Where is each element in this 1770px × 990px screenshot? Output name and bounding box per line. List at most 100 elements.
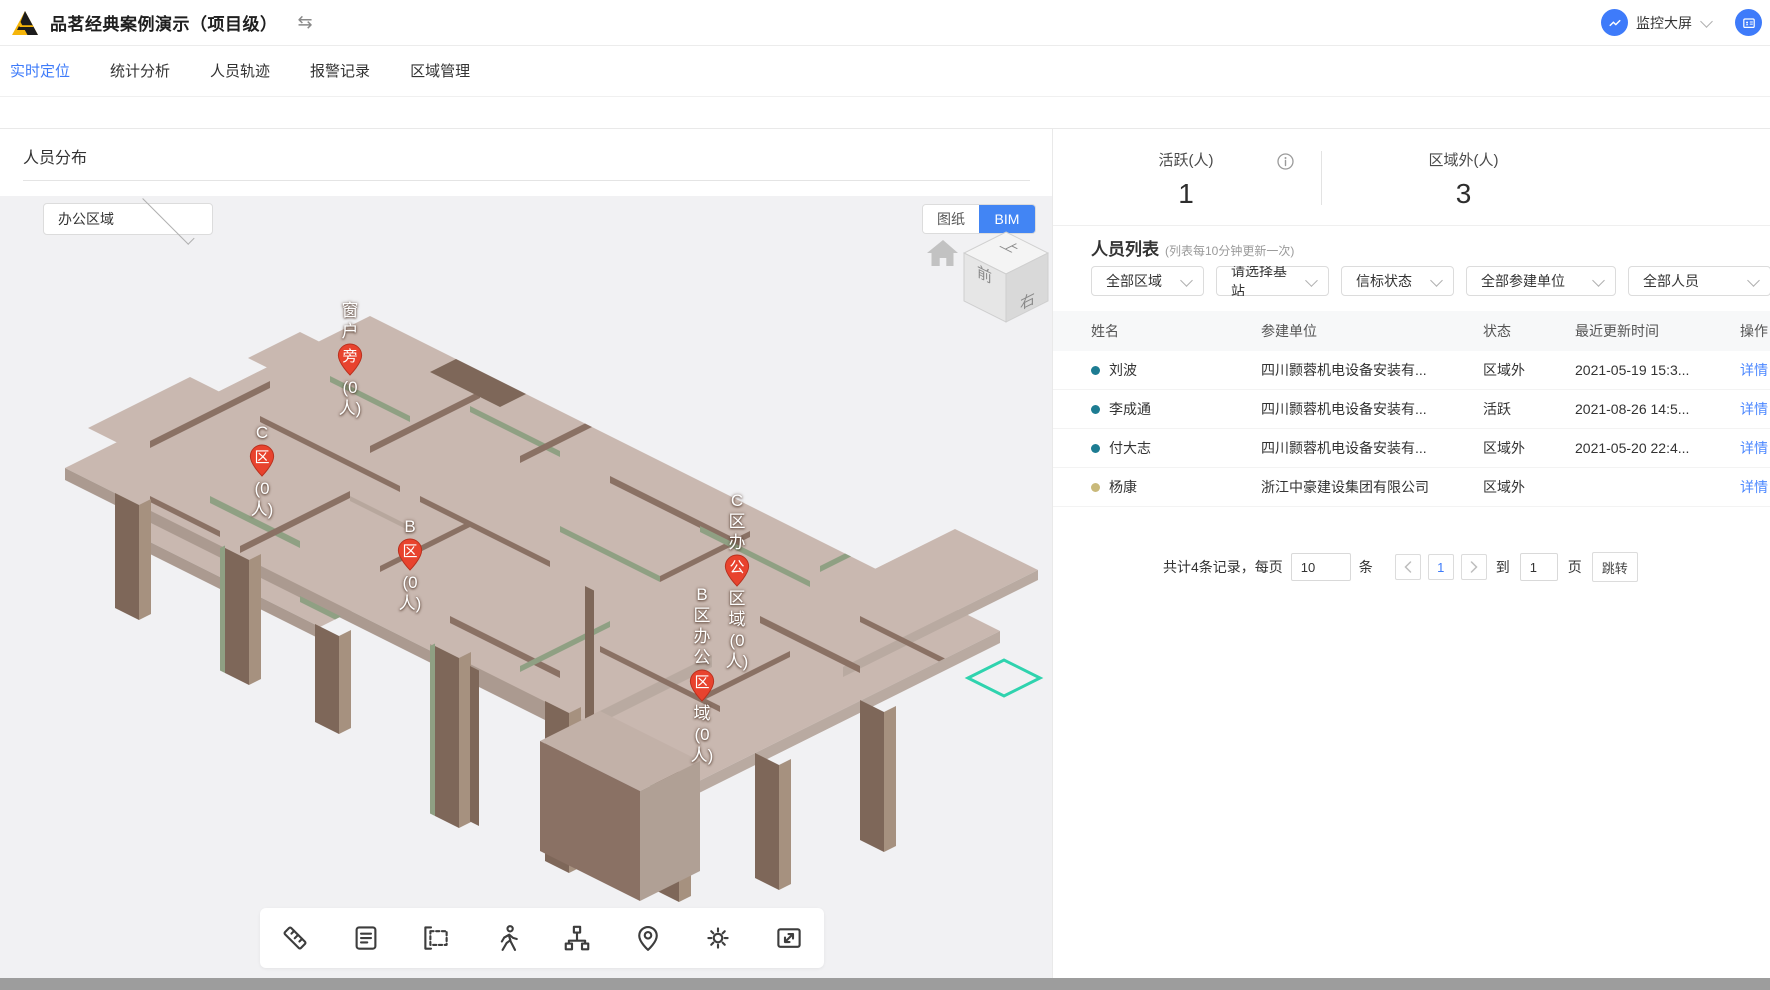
status-dot xyxy=(1091,444,1100,453)
info-icon[interactable] xyxy=(1277,153,1294,170)
map-marker-3[interactable]: C区办公区域(0人) xyxy=(724,490,750,672)
person-track-icon[interactable] xyxy=(489,920,525,956)
cell-status: 活跃 xyxy=(1483,399,1575,419)
chevron-down-icon xyxy=(1592,274,1605,287)
tab-2[interactable]: 人员轨迹 xyxy=(208,56,272,85)
area-select-value: 办公区域 xyxy=(58,209,122,229)
tab-bar: 实时定位 统计分析 人员轨迹 报警记录 区域管理 xyxy=(0,45,1770,97)
map-marker-1[interactable]: C区(0人) xyxy=(249,422,275,520)
current-page-button[interactable]: 1 xyxy=(1428,554,1454,580)
area-select[interactable]: 办公区域 xyxy=(43,203,213,235)
monitor-screen-label[interactable]: 监控大屏 xyxy=(1636,13,1692,33)
filter-dropdown-2[interactable]: 信标状态 xyxy=(1341,266,1454,296)
filter-dropdown-1[interactable]: 请选择基站 xyxy=(1216,266,1329,296)
cell-status: 区域外 xyxy=(1483,360,1575,380)
cell-name: 杨康 xyxy=(1053,477,1261,497)
pin-icon[interactable]: 公 xyxy=(724,554,750,587)
app-title: 品茗经典案例演示（项目级） xyxy=(50,10,278,35)
chevron-down-icon xyxy=(1747,274,1760,287)
bim-viewport[interactable]: 窗户旁(0人)C区(0人)B区(0人)C区办公区域(0人)B区办公区域(0人) … xyxy=(0,196,1052,978)
list-title-row: 人员列表 (列表每10分钟更新一次) xyxy=(1091,235,1294,260)
cell-time: 2021-05-19 15:3... xyxy=(1575,362,1726,378)
table-header: 姓名 参建单位 状态 最近更新时间 操作 xyxy=(1053,311,1770,351)
switch-project-icon[interactable]: ⇆ xyxy=(298,12,313,33)
filter-bar: 全部区域请选择基站信标状态全部参建单位全部人员 xyxy=(1091,266,1770,296)
personnel-panel: 活跃(人) 1 区域外(人) 3 人员列表 (列表每10分钟更新一次) 全部区域… xyxy=(1053,129,1770,978)
cell-name: 付大志 xyxy=(1053,438,1261,458)
stats-underline xyxy=(1053,225,1770,226)
detail-link[interactable]: 详情 xyxy=(1740,362,1768,378)
stat-outside: 区域外(人) 3 xyxy=(1361,149,1566,210)
pinming-logo-icon xyxy=(10,8,40,38)
col-name: 姓名 xyxy=(1053,321,1261,341)
chevron-down-icon xyxy=(1180,274,1193,287)
map-marker-2[interactable]: B区(0人) xyxy=(397,516,423,614)
home-view-icon[interactable] xyxy=(926,238,960,268)
chevron-down-icon xyxy=(1430,274,1443,287)
prev-page-button[interactable] xyxy=(1395,554,1421,580)
cell-company: 四川颢蓉机电设备安装有... xyxy=(1261,438,1483,458)
tab-4[interactable]: 区域管理 xyxy=(408,56,472,85)
tab-0[interactable]: 实时定位 xyxy=(8,56,72,85)
detail-link[interactable]: 详情 xyxy=(1740,401,1768,417)
detail-link[interactable]: 详情 xyxy=(1740,440,1768,456)
pin-icon[interactable]: 区 xyxy=(689,669,715,702)
bottom-strip xyxy=(0,978,1770,990)
header-right: 监控大屏 通 xyxy=(1601,0,1770,45)
monitor-screen-icon[interactable] xyxy=(1601,9,1628,36)
goto-label: 到 xyxy=(1496,557,1510,577)
col-action: 操作 xyxy=(1726,321,1770,341)
cell-company: 四川颢蓉机电设备安装有... xyxy=(1261,360,1483,380)
table-row-3: 杨康浙江中豪建设集团有限公司区域外详情 xyxy=(1053,468,1770,507)
detail-link[interactable]: 详情 xyxy=(1740,479,1768,495)
app: 品茗经典案例演示（项目级） ⇆ 监控大屏 通 实时定位统计分析人员轨迹报警记录区… xyxy=(0,0,1770,990)
tab-3[interactable]: 报警记录 xyxy=(308,56,372,85)
col-status: 状态 xyxy=(1483,321,1575,341)
chevron-down-icon[interactable] xyxy=(1700,15,1713,28)
pin-icon[interactable]: 区 xyxy=(249,444,275,477)
table-row-0: 刘波四川颢蓉机电设备安装有...区域外2021-05-19 15:3... 详情 xyxy=(1053,351,1770,390)
cell-action: 详情 xyxy=(1726,360,1770,380)
stat-divider xyxy=(1321,151,1322,205)
settings-icon[interactable] xyxy=(700,920,736,956)
cell-time: 2021-08-26 14:5... xyxy=(1575,401,1726,417)
page-label: 页 xyxy=(1568,557,1582,577)
stat-outside-label: 区域外(人) xyxy=(1361,149,1566,170)
pin-icon[interactable]: 区 xyxy=(397,538,423,571)
section-box-icon[interactable] xyxy=(418,920,454,956)
bim-view-button[interactable]: BIM xyxy=(979,205,1035,233)
map-panel-title: 人员分布 xyxy=(23,144,87,168)
view-cube[interactable]: 上 前 右 xyxy=(963,230,1049,324)
cell-name: 李成通 xyxy=(1053,399,1261,419)
badge-icon[interactable] xyxy=(1735,9,1762,36)
pagination: 共计4条记录，每页 条 1 到 页 跳转 xyxy=(1163,553,1638,581)
pin-icon[interactable]: 旁 xyxy=(337,343,363,376)
goto-page-input[interactable] xyxy=(1520,553,1558,581)
personnel-table: 姓名 参建单位 状态 最近更新时间 操作 刘波四川颢蓉机电设备安装有...区域外… xyxy=(1053,311,1770,507)
hierarchy-icon[interactable] xyxy=(559,920,595,956)
pagination-summary: 共计4条记录，每页 xyxy=(1163,557,1283,577)
filter-dropdown-3[interactable]: 全部参建单位 xyxy=(1466,266,1616,296)
measure-icon[interactable] xyxy=(277,920,313,956)
cell-name: 刘波 xyxy=(1053,360,1261,380)
filter-dropdown-4[interactable]: 全部人员 xyxy=(1628,266,1770,296)
cell-status: 区域外 xyxy=(1483,477,1575,497)
drawing-view-button[interactable]: 图纸 xyxy=(923,205,979,233)
map-marker-0[interactable]: 窗户旁(0人) xyxy=(337,300,363,419)
filter-dropdown-0[interactable]: 全部区域 xyxy=(1091,266,1204,296)
cell-company: 四川颢蓉机电设备安装有... xyxy=(1261,399,1483,419)
stat-active-value: 1 xyxy=(1091,178,1281,210)
col-update-time: 最近更新时间 xyxy=(1575,321,1726,341)
page-size-input[interactable] xyxy=(1291,553,1351,581)
app-header: 品茗经典案例演示（项目级） ⇆ 监控大屏 通 xyxy=(0,0,1770,46)
building-model[interactable] xyxy=(0,196,1052,978)
table-row-2: 付大志四川颢蓉机电设备安装有...区域外2021-05-20 22:4...详情 xyxy=(1053,429,1770,468)
stat-active-label: 活跃(人) xyxy=(1091,149,1281,170)
tab-1[interactable]: 统计分析 xyxy=(108,56,172,85)
locate-icon[interactable] xyxy=(630,920,666,956)
next-page-button[interactable] xyxy=(1461,554,1487,580)
jump-button[interactable]: 跳转 xyxy=(1592,552,1638,582)
map-marker-4[interactable]: B区办公区域(0人) xyxy=(689,584,715,766)
list-icon[interactable] xyxy=(348,920,384,956)
fullscreen-icon[interactable] xyxy=(771,920,807,956)
